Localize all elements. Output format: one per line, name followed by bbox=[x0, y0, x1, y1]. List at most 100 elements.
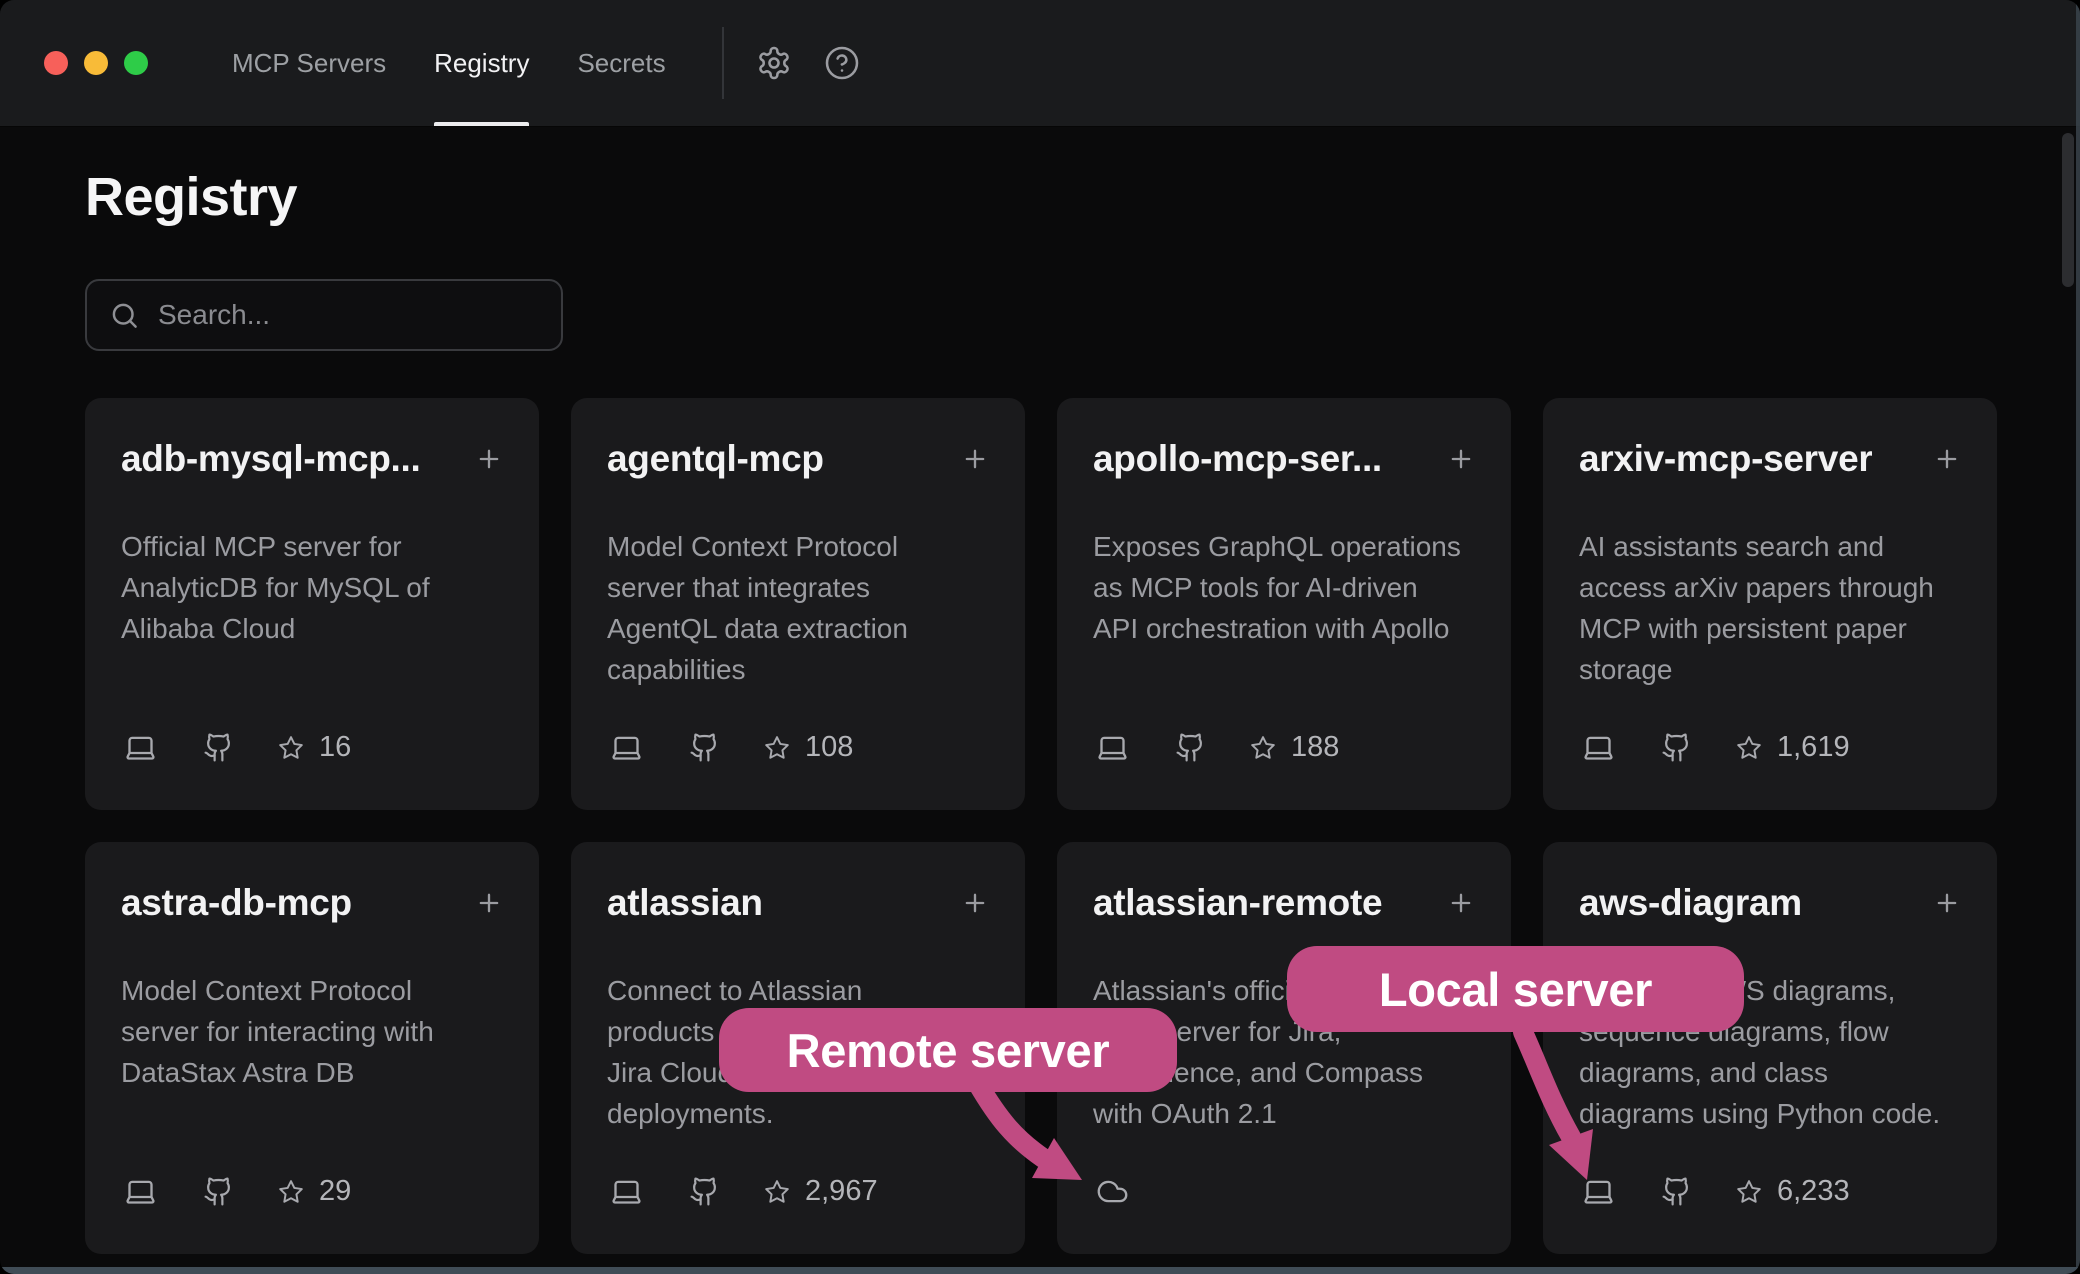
card-description-line: with OAuth 2.1 bbox=[1093, 1093, 1475, 1134]
add-server-button[interactable] bbox=[475, 445, 503, 473]
tab-secrets[interactable]: Secrets bbox=[577, 0, 665, 126]
plus-icon bbox=[961, 445, 989, 473]
card-footer: 108 bbox=[608, 731, 853, 764]
card-title: adb-mysql-mcp... bbox=[121, 438, 420, 480]
github-icon bbox=[689, 1176, 720, 1207]
github-icon bbox=[203, 732, 234, 763]
star-icon bbox=[764, 1179, 790, 1205]
star-count: 108 bbox=[805, 731, 853, 764]
star-icon bbox=[764, 735, 790, 761]
card-description-line: DataStax Astra DB bbox=[121, 1052, 503, 1093]
star-count: 2,967 bbox=[805, 1175, 878, 1208]
card-description-line: Connect to Atlassian bbox=[607, 970, 989, 1011]
laptop-icon bbox=[1580, 731, 1617, 764]
registry-card[interactable]: agentql-mcp Model Context Protocolserver… bbox=[571, 398, 1025, 810]
laptop-icon bbox=[122, 1175, 159, 1208]
card-header: arxiv-mcp-server bbox=[1579, 438, 1961, 480]
card-title: agentql-mcp bbox=[607, 438, 824, 480]
star-rating: 16 bbox=[278, 731, 351, 764]
card-header: apollo-mcp-ser... bbox=[1093, 438, 1475, 480]
tab-mcp-servers[interactable]: MCP Servers bbox=[232, 0, 386, 126]
card-footer: 29 bbox=[122, 1175, 351, 1208]
registry-card[interactable]: astra-db-mcp Model Context Protocolserve… bbox=[85, 842, 539, 1254]
star-rating: 29 bbox=[278, 1175, 351, 1208]
star-rating: 2,967 bbox=[764, 1175, 878, 1208]
github-icon bbox=[1661, 732, 1692, 763]
add-server-button[interactable] bbox=[1447, 445, 1475, 473]
card-description-line: deployments. bbox=[607, 1093, 989, 1134]
add-server-button[interactable] bbox=[1447, 889, 1475, 917]
help-circle-icon bbox=[824, 45, 860, 81]
card-description-line: access arXiv papers through bbox=[1579, 567, 1961, 608]
gear-icon bbox=[756, 45, 792, 81]
annotation-local-arrow-icon bbox=[1495, 1025, 1625, 1190]
card-description: Model Context Protocolserver that integr… bbox=[607, 526, 989, 690]
add-server-button[interactable] bbox=[475, 889, 503, 917]
page-title: Registry bbox=[85, 165, 1995, 229]
scrollbar-thumb[interactable] bbox=[2062, 133, 2074, 287]
topbar: MCP Servers Registry Secrets bbox=[0, 0, 2080, 127]
card-description-line: diagrams using Python code. bbox=[1579, 1093, 1961, 1134]
card-title: apollo-mcp-ser... bbox=[1093, 438, 1382, 480]
card-title: atlassian bbox=[607, 882, 763, 924]
plus-icon bbox=[1447, 445, 1475, 473]
traffic-lights bbox=[0, 0, 148, 126]
card-description: AI assistants search andaccess arXiv pap… bbox=[1579, 526, 1961, 690]
star-rating: 1,619 bbox=[1736, 731, 1850, 764]
star-rating: 188 bbox=[1250, 731, 1339, 764]
search-input[interactable] bbox=[158, 299, 539, 331]
minimize-window-button[interactable] bbox=[84, 51, 108, 75]
github-icon bbox=[203, 1176, 234, 1207]
card-description-line: server for interacting with bbox=[121, 1011, 503, 1052]
card-title: aws-diagram bbox=[1579, 882, 1802, 924]
card-title: astra-db-mcp bbox=[121, 882, 352, 924]
topbar-divider bbox=[722, 27, 724, 99]
github-icon bbox=[1175, 732, 1206, 763]
card-description: Official MCP server forAnalyticDB for My… bbox=[121, 526, 503, 649]
card-description-line: Exposes GraphQL operations bbox=[1093, 526, 1475, 567]
settings-button[interactable] bbox=[756, 0, 792, 126]
card-description-line: AI assistants search and bbox=[1579, 526, 1961, 567]
window-bottom-edge bbox=[0, 1267, 2080, 1274]
card-footer: 1,619 bbox=[1580, 731, 1850, 764]
annotation-remote-server-label: Remote server bbox=[787, 1023, 1110, 1078]
card-description-line: server that integrates bbox=[607, 567, 989, 608]
card-description-line: capabilities bbox=[607, 649, 989, 690]
card-header: agentql-mcp bbox=[607, 438, 989, 480]
star-rating: 108 bbox=[764, 731, 853, 764]
tab-registry[interactable]: Registry bbox=[434, 0, 529, 126]
card-title: arxiv-mcp-server bbox=[1579, 438, 1872, 480]
laptop-icon bbox=[608, 1175, 645, 1208]
laptop-icon bbox=[122, 731, 159, 764]
card-footer: 16 bbox=[122, 731, 351, 764]
github-icon bbox=[689, 732, 720, 763]
annotation-remote-arrow-icon bbox=[940, 1078, 1110, 1198]
add-server-button[interactable] bbox=[961, 445, 989, 473]
card-header: astra-db-mcp bbox=[121, 882, 503, 924]
laptop-icon bbox=[608, 731, 645, 764]
search-icon bbox=[109, 300, 140, 331]
card-title: atlassian-remote bbox=[1093, 882, 1382, 924]
plus-icon bbox=[1933, 889, 1961, 917]
annotation-local-server: Local server bbox=[1287, 946, 1744, 1032]
app-window: MCP Servers Registry Secrets Registry ad… bbox=[0, 0, 2080, 1274]
close-window-button[interactable] bbox=[44, 51, 68, 75]
star-count: 16 bbox=[319, 731, 351, 764]
github-icon bbox=[1661, 1176, 1692, 1207]
add-server-button[interactable] bbox=[1933, 445, 1961, 473]
registry-card[interactable]: apollo-mcp-ser... Exposes GraphQL operat… bbox=[1057, 398, 1511, 810]
registry-card[interactable]: adb-mysql-mcp... Official MCP server for… bbox=[85, 398, 539, 810]
help-button[interactable] bbox=[824, 0, 860, 126]
card-description-line: API orchestration with Apollo bbox=[1093, 608, 1475, 649]
zoom-window-button[interactable] bbox=[124, 51, 148, 75]
card-description-line: Official MCP server for bbox=[121, 526, 503, 567]
registry-card[interactable]: arxiv-mcp-server AI assistants search an… bbox=[1543, 398, 1997, 810]
add-server-button[interactable] bbox=[1933, 889, 1961, 917]
card-footer: 2,967 bbox=[608, 1175, 878, 1208]
card-header: aws-diagram bbox=[1579, 882, 1961, 924]
card-description-line: as MCP tools for AI-driven bbox=[1093, 567, 1475, 608]
plus-icon bbox=[1933, 445, 1961, 473]
laptop-icon bbox=[1094, 731, 1131, 764]
add-server-button[interactable] bbox=[961, 889, 989, 917]
star-icon bbox=[1736, 735, 1762, 761]
